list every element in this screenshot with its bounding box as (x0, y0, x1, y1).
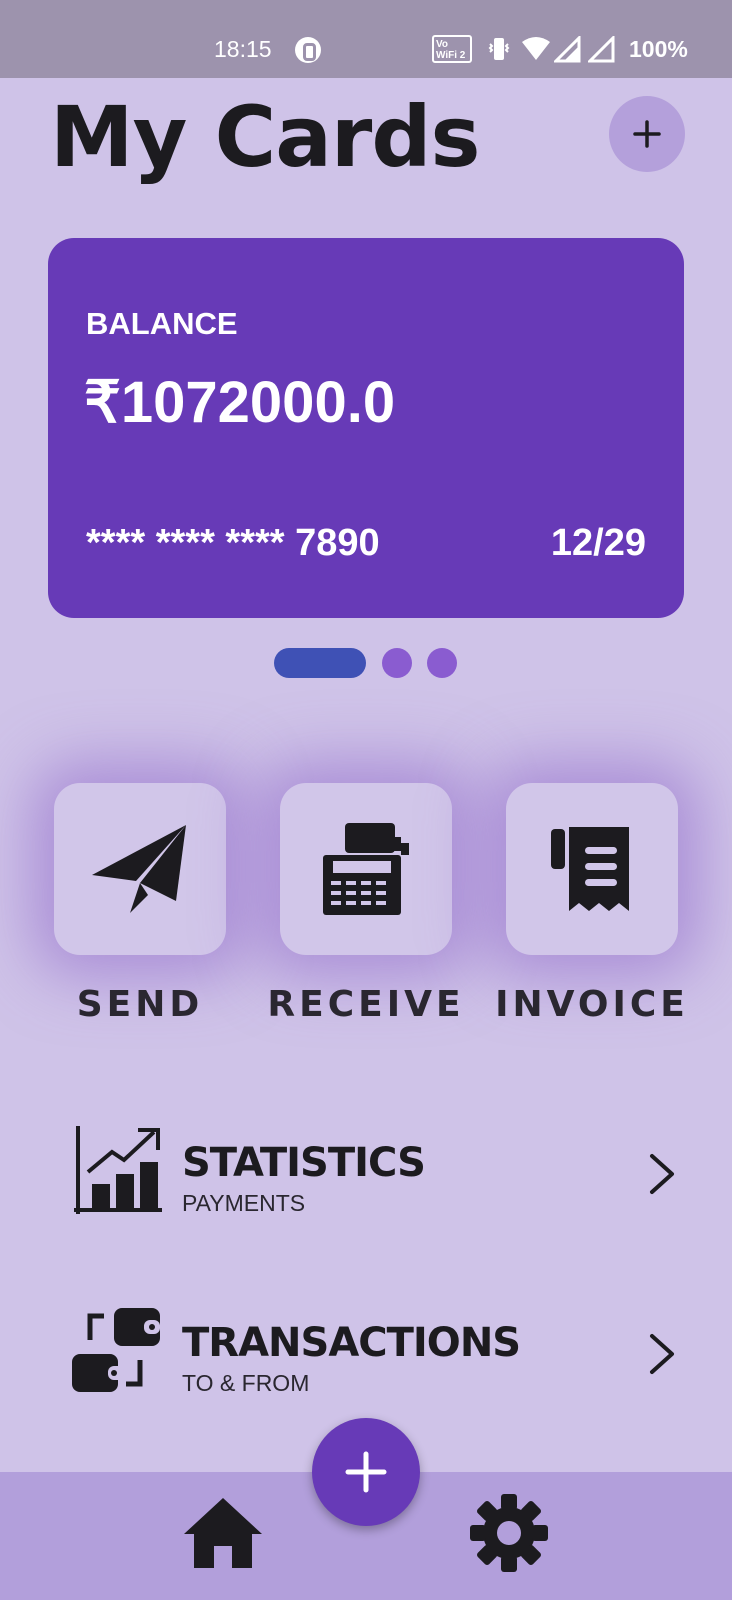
vibrate-icon (488, 38, 510, 60)
vowifi-icon: Vo WiFi 2 (432, 35, 472, 63)
signal-icon-2 (588, 36, 615, 63)
statistics-title: STATISTICS (182, 1140, 426, 1186)
send-label: SEND (76, 984, 204, 1025)
chevron-right-icon (650, 1154, 674, 1194)
receive-label: RECEIVE (267, 984, 465, 1025)
invoice-button[interactable] (506, 783, 678, 955)
add-card-button[interactable] (609, 96, 685, 172)
vowifi-top-text: Vo (436, 39, 449, 50)
wifi-icon (522, 37, 550, 60)
status-time: 18:15 (214, 36, 272, 62)
balance-label: BALANCE (86, 306, 238, 341)
transactions-row[interactable]: TRANSACTIONS TO & FROM (62, 1304, 682, 1414)
status-bar: 18:15 Vo WiFi 2 100% (0, 0, 732, 78)
transactions-title: TRANSACTIONS (182, 1320, 521, 1366)
invoice-label: INVOICE (495, 984, 689, 1025)
transactions-subtitle: TO & FROM (182, 1370, 310, 1396)
send-button[interactable] (54, 783, 226, 955)
home-icon[interactable] (182, 1496, 264, 1570)
card-expiry: 12/29 (550, 522, 646, 564)
card-number: **** **** **** 7890 (86, 522, 380, 564)
paper-plane-icon (92, 825, 186, 913)
cash-register-icon (323, 823, 409, 915)
vowifi-bottom-text: WiFi 2 (436, 50, 466, 61)
chevron-right-icon (650, 1334, 674, 1374)
balance-card[interactable]: BALANCE ₹1072000.0 **** **** **** 7890 1… (48, 238, 684, 618)
add-fab-button[interactable] (312, 1418, 420, 1526)
battery-level: 100% (629, 36, 688, 62)
pager-dot[interactable] (427, 648, 457, 678)
receipt-icon (551, 827, 629, 911)
plus-icon (633, 120, 661, 148)
page-title: My Cards (50, 88, 480, 186)
notification-icon (295, 37, 321, 63)
statistics-subtitle: PAYMENTS (182, 1190, 306, 1216)
signal-icon (554, 36, 581, 63)
statistics-row[interactable]: STATISTICS PAYMENTS (62, 1124, 682, 1234)
settings-icon[interactable] (470, 1494, 548, 1572)
receive-button[interactable] (280, 783, 452, 955)
bar-chart-growth-icon (74, 1126, 162, 1214)
balance-value: ₹1072000.0 (84, 370, 396, 435)
wallet-transfer-icon (72, 1308, 160, 1392)
pager-dot[interactable] (382, 648, 412, 678)
plus-icon (345, 1451, 387, 1493)
pager-dot-active[interactable] (274, 648, 366, 678)
